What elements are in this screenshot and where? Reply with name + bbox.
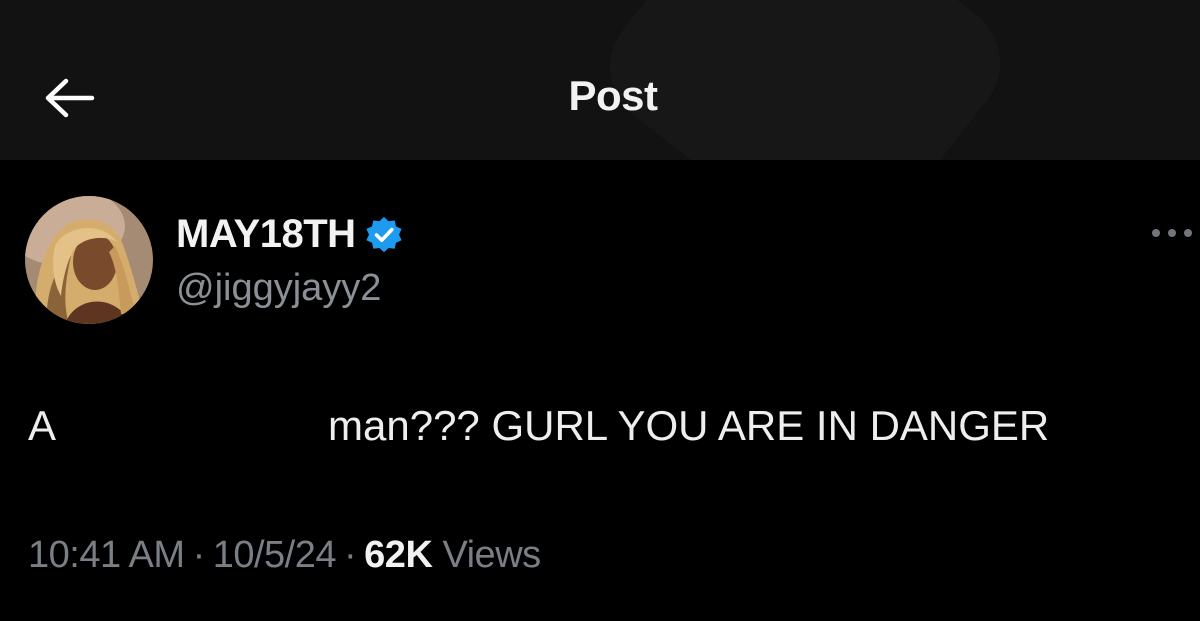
post-time[interactable]: 10:41 AM xyxy=(28,534,185,576)
author-display-name: MAY18TH xyxy=(176,212,356,256)
redacted-region xyxy=(56,406,329,440)
post-body-text: A man??? GURL YOU ARE IN DANGER xyxy=(28,402,1049,450)
top-app-bar: Post xyxy=(0,0,1200,160)
views-label: Views xyxy=(442,534,541,576)
post-text-end: man??? GURL YOU ARE IN DANGER xyxy=(328,402,1050,449)
meta-separator: · xyxy=(344,534,357,576)
avatar[interactable] xyxy=(25,196,153,324)
post-metadata: 10:41 AM · 10/5/24 · 62K Views xyxy=(28,534,541,577)
post-date[interactable]: 10/5/24 xyxy=(213,534,337,576)
views-count[interactable]: 62K xyxy=(364,534,433,576)
verified-badge-icon xyxy=(365,216,402,252)
author-handle[interactable]: @jiggyjayy2 xyxy=(176,267,381,310)
post-text-start: A xyxy=(28,402,57,449)
author-name[interactable]: MAY18TH xyxy=(176,212,404,257)
meta-separator: · xyxy=(192,534,206,576)
more-horizontal-icon xyxy=(1152,229,1192,237)
avatar-image xyxy=(25,196,153,324)
more-options-button[interactable] xyxy=(1148,218,1196,248)
post-detail-page: Post MAY18TH @jiggyjayy2 A man??? GURL Y… xyxy=(0,0,1200,621)
page-title: Post xyxy=(568,72,658,119)
